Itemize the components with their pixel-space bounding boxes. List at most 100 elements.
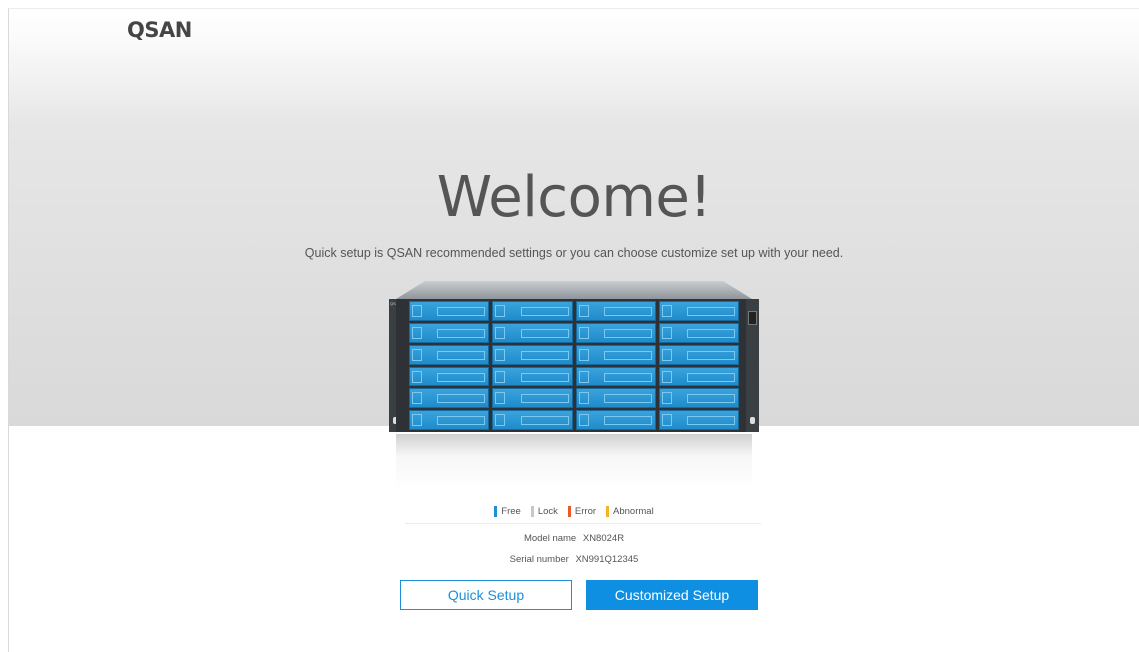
drive-latch-icon [495, 326, 506, 339]
legend-item-error: Error [567, 506, 597, 517]
drive-bay [492, 322, 573, 343]
drive-bay [492, 366, 573, 387]
drive-latch-icon [412, 370, 422, 383]
drive-latch-icon [661, 414, 672, 427]
drive-latch-icon [661, 370, 672, 383]
disk-status-legend: Free Lock Error Abnormal [9, 506, 1139, 517]
legend-label: Abnormal [613, 506, 654, 517]
legend-label: Free [501, 506, 521, 517]
drive-bay [492, 410, 573, 430]
drive-label-slot [687, 372, 735, 382]
drive-bay [492, 344, 573, 365]
drive-label-slot [603, 350, 652, 360]
enclosure-top-lid [396, 281, 752, 299]
drive-latch-icon [495, 414, 506, 427]
drive-bay [658, 322, 739, 343]
drive-bay-grid [409, 301, 739, 430]
drive-latch-icon [495, 348, 506, 361]
drive-label-slot [520, 350, 569, 360]
drive-latch-icon [412, 414, 422, 427]
drive-bay [575, 301, 656, 321]
drive-label-slot [687, 307, 735, 316]
drive-label-slot [603, 307, 652, 316]
drive-label-slot [520, 416, 569, 426]
legend-swatch [494, 506, 498, 517]
serial-number-value: XN991Q12345 [575, 554, 639, 565]
setup-page: QSAN Welcome! Quick setup is QSAN recomm… [8, 8, 1139, 652]
drive-label-slot [520, 372, 569, 382]
drive-bay [409, 322, 490, 343]
serial-number-label: Serial number [509, 554, 569, 565]
drive-latch-icon [578, 305, 589, 317]
drive-label-slot [687, 328, 735, 338]
drive-latch-icon [578, 348, 589, 361]
legend-item-free: Free [494, 506, 521, 517]
drive-bay [492, 388, 573, 409]
drive-bay [409, 388, 490, 409]
drive-bay [492, 301, 573, 321]
drive-bay [409, 366, 490, 387]
drive-latch-icon [661, 392, 672, 405]
drive-label-slot [437, 416, 486, 426]
drive-label-slot [437, 350, 486, 360]
drive-latch-icon [412, 305, 422, 317]
drive-label-slot [437, 372, 486, 382]
drive-label-slot [603, 328, 652, 338]
drive-bay [575, 366, 656, 387]
drive-latch-icon [412, 392, 422, 405]
drive-label-slot [520, 328, 569, 338]
enclosure-reflection [396, 434, 752, 489]
customized-setup-button[interactable]: Customized Setup [586, 580, 758, 610]
drive-bay [575, 410, 656, 430]
drive-label-slot [687, 350, 735, 360]
drive-latch-icon [495, 392, 506, 405]
drive-latch-icon [495, 305, 506, 317]
drive-label-slot [687, 394, 735, 404]
model-name-value: XN8024R [582, 533, 625, 544]
quick-setup-button[interactable]: Quick Setup [400, 580, 572, 610]
rack-screw-icon [750, 417, 755, 424]
drive-bay [658, 301, 739, 321]
drive-bay [409, 301, 490, 321]
drive-label-slot [437, 328, 486, 338]
legend-swatch [530, 506, 534, 517]
drive-latch-icon [661, 305, 672, 317]
legend-item-lock: Lock [530, 506, 558, 517]
drive-label-slot [437, 394, 486, 404]
status-panel-icon [748, 311, 757, 325]
drive-bay [658, 366, 739, 387]
drive-latch-icon [578, 392, 589, 405]
info-divider [405, 523, 761, 524]
drive-latch-icon [578, 414, 589, 427]
drive-bay [575, 388, 656, 409]
legend-swatch [606, 506, 610, 517]
legend-item-abnormal: Abnormal [606, 506, 654, 517]
drive-label-slot [520, 307, 569, 316]
legend-label: Error [574, 506, 597, 517]
drive-label-slot [603, 394, 652, 404]
qsan-logo: QSAN [127, 18, 192, 42]
drive-label-slot [520, 394, 569, 404]
drive-latch-icon [412, 348, 422, 361]
drive-label-slot [437, 307, 486, 316]
drive-bay [409, 410, 490, 430]
drive-label-slot [687, 416, 735, 426]
welcome-title: Welcome! [436, 165, 712, 230]
drive-latch-icon [578, 370, 589, 383]
drive-bay [409, 344, 490, 365]
serial-number-row: Serial number XN991Q12345 [9, 554, 1139, 565]
model-name-row: Model name XN8024R [9, 533, 1139, 544]
drive-latch-icon [661, 348, 672, 361]
legend-swatch [567, 506, 571, 517]
right-rack-ear [746, 299, 759, 432]
drive-bay [575, 344, 656, 365]
welcome-subtitle: Quick setup is QSAN recommended settings… [304, 246, 844, 260]
model-name-label: Model name [523, 533, 577, 544]
drive-latch-icon [495, 370, 506, 383]
legend-label: Lock [537, 506, 558, 517]
drive-bay [658, 410, 739, 430]
drive-label-slot [603, 372, 652, 382]
drive-latch-icon [412, 326, 422, 339]
drive-bay [658, 388, 739, 409]
drive-latch-icon [661, 326, 672, 339]
